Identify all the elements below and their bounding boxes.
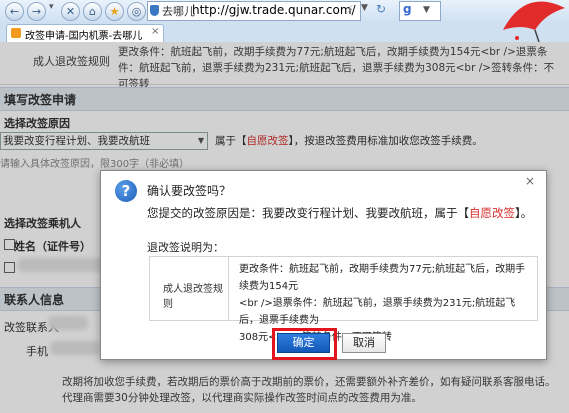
shield-icon: [150, 5, 159, 16]
tab-active[interactable]: 改签申请-国内机票-去哪儿 ×: [6, 24, 164, 42]
dialog-reason-type: 自愿改签: [469, 206, 515, 220]
dialog-reason-prefix: 您提交的改签原因是：我要改变行程计划、我要改航班，属于【: [147, 206, 469, 220]
browser-toolbar: ← → ▾ ✕ ⌂ ★ ◎ 去哪儿 http://gjw.trade.qunar…: [0, 0, 569, 23]
question-icon: ?: [115, 180, 137, 202]
site-name: 去哪儿: [162, 5, 195, 18]
back-arrow-icon[interactable]: ←: [5, 2, 24, 21]
lightning-icon[interactable]: ⚡: [346, 3, 354, 16]
address-bar[interactable]: 去哪儿 http://gjw.trade.qunar.com/ ⚡: [147, 1, 361, 21]
star-icon[interactable]: ★: [105, 2, 124, 21]
extension-icon[interactable]: ◎: [127, 2, 146, 21]
google-icon[interactable]: g: [403, 2, 412, 16]
history-dropdown-icon[interactable]: ▾: [49, 2, 54, 12]
url-text[interactable]: http://gjw.trade.qunar.com/: [192, 3, 356, 17]
refresh-icon[interactable]: ↻: [376, 2, 386, 16]
dialog-title: 确认要改签吗？: [147, 184, 232, 198]
tab-strip: 改签申请-国内机票-去哪儿 ×: [0, 22, 569, 43]
home-icon[interactable]: ⌂: [83, 2, 102, 21]
rule-line-2: <br />退票条件：航班起飞前，退票手续费为231元;航班起飞后，退票手续费为: [239, 298, 516, 326]
search-dropdown-icon[interactable]: ▼: [423, 5, 430, 15]
tab-close-icon[interactable]: ×: [151, 26, 159, 37]
qunar-favicon-icon: [11, 28, 21, 38]
search-engine-box[interactable]: g ▼: [399, 1, 441, 21]
forward-arrow-icon[interactable]: →: [27, 2, 46, 21]
rule-table-label-cell: 成人退改签规则: [150, 257, 229, 320]
confirm-button[interactable]: 确定: [277, 333, 330, 353]
rule-table: 成人退改签规则 更改条件：航班起飞前，改期手续费为77元;航班起飞后，改期手续费…: [149, 256, 538, 343]
explanation-label: 退改签说明为：: [147, 241, 224, 254]
confirm-dialog: ? × 确认要改签吗？ 您提交的改签原因是：我要改变行程计划、我要改航班，属于【…: [100, 170, 547, 360]
tab-title: 改签申请-国内机票-去哪儿: [25, 31, 143, 42]
umbrella-decoration-icon: [503, 1, 565, 42]
address-dropdown-icon[interactable]: ▼: [361, 3, 368, 13]
dialog-reason-suffix: 】。: [515, 206, 533, 220]
rule-line-1: 更改条件：航班起飞前，改期手续费为77元;航班起飞后，改期手续费为154元: [239, 264, 526, 292]
close-icon[interactable]: ×: [525, 174, 535, 188]
reload-icon[interactable]: ✕: [61, 2, 80, 21]
rule-table-label: 成人退改签规则: [163, 284, 223, 310]
dialog-reason: 您提交的改签原因是：我要改变行程计划、我要改航班，属于【自愿改签】。: [147, 205, 532, 221]
cancel-button[interactable]: 取消: [342, 333, 386, 353]
